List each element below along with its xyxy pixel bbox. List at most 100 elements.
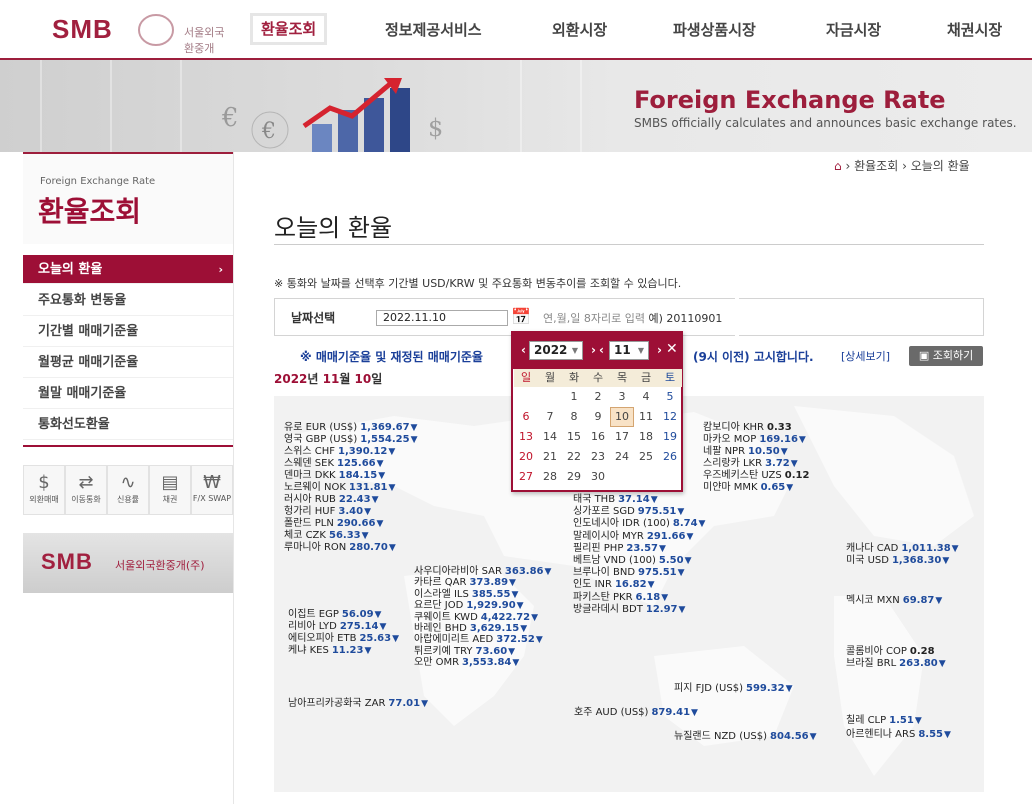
rate-row: 쿠웨이트 KWD 4,422.72▼ (414, 612, 538, 624)
logo-subtitle: 서울외국환중개 (184, 26, 225, 55)
day-cell[interactable]: 15 (562, 427, 586, 447)
nav-derivatives[interactable]: 파생상품시장 (673, 14, 756, 46)
nav-fx-market[interactable]: 외환시장 (552, 14, 607, 46)
usage-note: ※ 통화와 날짜를 선택후 기간별 USD/KRW 및 주요통화 변동추이를 조… (274, 277, 682, 290)
next-year-arrow-icon[interactable]: › (591, 343, 596, 357)
currency-name: 유로 EUR (US$) (284, 422, 358, 433)
quick-credit[interactable]: ∿ 신용률 (107, 465, 149, 515)
day-cell[interactable]: 26 (658, 447, 682, 467)
day-cell[interactable]: 5 (658, 387, 682, 407)
day-cell[interactable]: 12 (658, 407, 682, 427)
rate-value: 280.70 (349, 542, 388, 553)
rate-value: 3,629.15 (469, 623, 520, 634)
day-cell[interactable]: 3 (610, 387, 634, 407)
day-cell[interactable]: 2 (586, 387, 610, 407)
day-cell[interactable]: 9 (586, 407, 610, 427)
nav-exchange-rate[interactable]: 환율조회 (250, 13, 328, 45)
day-cell[interactable]: 23 (586, 447, 610, 467)
down-arrow-icon: ▼ (364, 646, 372, 656)
currency-name: 스위스 CHF (284, 446, 336, 457)
day-cell[interactable]: 25 (634, 447, 658, 467)
sidebar-border (233, 152, 234, 804)
day-cell[interactable]: 22 (562, 447, 586, 467)
currency-name: 네팔 NPR (703, 446, 746, 457)
currency-name: 튀르키예 TRY (414, 645, 473, 657)
rate-value: 69.87 (902, 595, 935, 606)
nav-info-service[interactable]: 정보제공서비스 (385, 14, 482, 46)
coin-dollar-icon: $ (38, 472, 50, 493)
smb-corporate-banner[interactable]: SMB 서울외국환중개(주) (23, 533, 233, 593)
page-title: 오늘의 환율 (274, 214, 393, 242)
sidebar-item-today-rate[interactable]: 오늘의 환율 › (23, 255, 233, 284)
down-arrow-icon: ▼ (378, 471, 386, 481)
day-cell[interactable]: 16 (586, 427, 610, 447)
day-cell[interactable]: 13 (514, 427, 538, 447)
sidebar-item-period-rate[interactable]: 기간별 매매기준율 (23, 316, 233, 347)
nav-bond-market[interactable]: 채권시장 (947, 14, 1002, 46)
day-cell[interactable]: 24 (610, 447, 634, 467)
month-select[interactable]: 11 (609, 341, 649, 360)
calendar-icon[interactable]: 📅 (511, 307, 531, 326)
day-cell[interactable]: 17 (610, 427, 634, 447)
day-cell[interactable]: 20 (514, 447, 538, 467)
sidebar-item-forward-rate[interactable]: 통화선도환율 (23, 409, 233, 440)
rate-row: 루마니아 RON 280.70▼ (284, 542, 396, 554)
day-cell[interactable]: 27 (514, 467, 538, 487)
rate-value: 290.66 (336, 518, 376, 529)
prev-month-arrow-icon[interactable]: ‹ (599, 343, 604, 357)
day-cell[interactable]: 29 (562, 467, 586, 487)
query-button[interactable]: ▣ 조회하기 (909, 346, 983, 366)
day-cell[interactable]: 28 (538, 467, 562, 487)
weekday-label: 금 (634, 369, 658, 387)
sidebar-item-monthly-avg[interactable]: 월평균 매매기준율 (23, 347, 233, 378)
day-cell-selected[interactable]: 10 (610, 407, 634, 427)
day-cell[interactable]: 7 (538, 407, 562, 427)
day-cell[interactable]: 14 (538, 427, 562, 447)
rate-row: 이집트 EGP 56.09▼ (288, 609, 381, 621)
day-cell[interactable]: 30 (586, 467, 610, 487)
down-arrow-icon: ▼ (516, 601, 524, 612)
currency-name: 태국 THB (573, 494, 616, 505)
day-cell[interactable]: 1 (562, 387, 586, 407)
home-icon[interactable]: ⌂ (834, 159, 842, 173)
day-cell[interactable]: 18 (634, 427, 658, 447)
rate-value: 37.14 (618, 494, 650, 505)
day-cell[interactable]: 11 (634, 407, 658, 427)
year-select[interactable]: 2022 (529, 341, 583, 360)
rate-value: 25.63 (359, 633, 392, 644)
notice-right: (9시 이전) 고시합니다. (693, 350, 814, 364)
quick-transfer[interactable]: ⇄ 이동통화 (65, 465, 107, 515)
breadcrumb-level-1[interactable]: 환율조회 (854, 159, 898, 173)
datepicker-header: ‹ 2022 › ‹ 11 › ✕ (513, 333, 681, 369)
rate-row: 오만 OMR 3,553.84▼ (414, 657, 519, 669)
close-icon[interactable]: ✕ (666, 341, 678, 357)
sidebar-item-major-change[interactable]: 주요통화 변동율 (23, 285, 233, 316)
prev-year-arrow-icon[interactable]: ‹ (521, 343, 526, 357)
sidebar-item-month-end[interactable]: 월말 매매기준율 (23, 378, 233, 409)
rate-value: 3.40 (338, 506, 364, 517)
down-arrow-icon: ▼ (786, 483, 794, 493)
day-cell[interactable]: 4 (634, 387, 658, 407)
rate-value: 8.74 (672, 518, 698, 530)
currency-name: 바레인 BHD (414, 623, 467, 634)
day-cell[interactable]: 19 (658, 427, 682, 447)
date-input[interactable]: 2022.11.10 (376, 310, 508, 326)
day-cell[interactable]: 21 (538, 447, 562, 467)
currency-name: 뉴질랜드 NZD (US$) (674, 731, 768, 742)
rate-row: 덴마크 DKK 184.15▼ (284, 470, 385, 482)
site-logo[interactable]: SMB 서울외국환중개 (52, 10, 232, 55)
down-arrow-icon: ▼ (388, 447, 396, 457)
rate-value: 804.56 (770, 731, 809, 742)
quick-fx-trade[interactable]: $ 외환매매 (23, 465, 65, 515)
next-month-arrow-icon[interactable]: › (657, 343, 662, 357)
detail-link[interactable]: [상세보기] (841, 348, 890, 364)
day-cell[interactable]: 6 (514, 407, 538, 427)
day-cell[interactable]: 8 (562, 407, 586, 427)
rate-value: 1,369.67 (360, 422, 410, 433)
quick-bond[interactable]: ▤ 채권 (149, 465, 191, 515)
rate-row: 방글라데시 BDT 12.97▼ (573, 604, 685, 616)
nav-money-market[interactable]: 자금시장 (826, 14, 881, 46)
down-arrow-icon: ▼ (809, 732, 817, 742)
quick-fx-swap[interactable]: ₩ F/X SWAP (191, 465, 233, 515)
datepicker-popup: ‹ 2022 › ‹ 11 › ✕ 일월화수목금토 12345678910111… (511, 331, 683, 492)
